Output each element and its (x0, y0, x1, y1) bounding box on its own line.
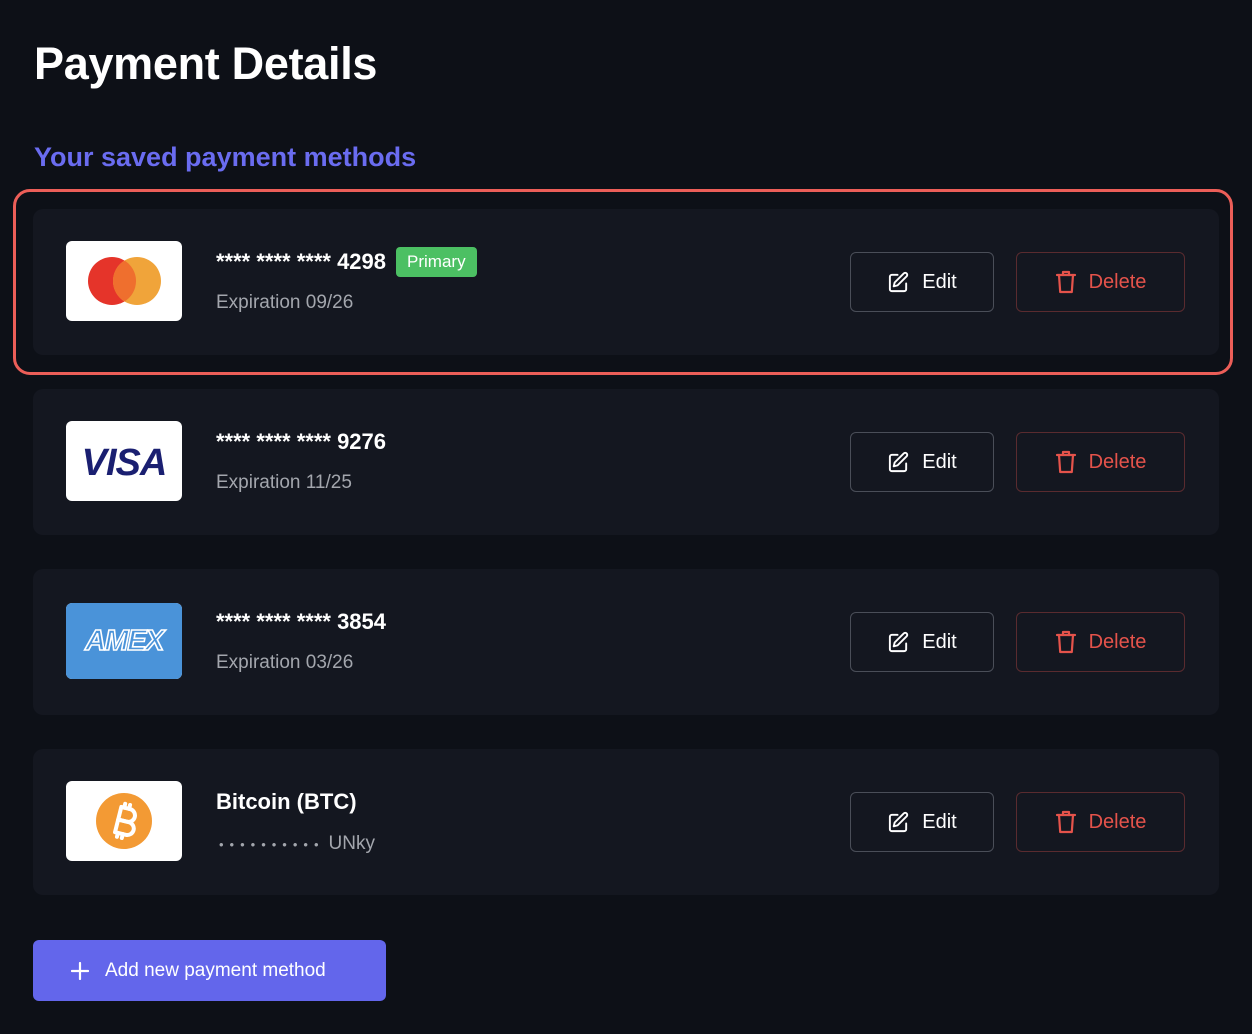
trash-icon (1055, 450, 1077, 474)
payment-method-card-mastercard[interactable]: **** **** **** 4298 Primary Expiration 0… (13, 189, 1233, 375)
delete-button[interactable]: Delete (1016, 792, 1185, 852)
edit-label: Edit (922, 630, 957, 653)
card-number: **** **** **** 3854 (216, 609, 387, 634)
delete-label: Delete (1088, 450, 1147, 473)
trash-icon (1055, 630, 1077, 654)
delete-button[interactable]: Delete (1016, 432, 1185, 492)
section-title: Your saved payment methods (34, 142, 417, 172)
edit-label: Edit (922, 450, 957, 473)
pencil-square-icon (887, 631, 910, 654)
amex-logo: AMEX (66, 603, 182, 679)
card-expiration: Expiration 03/26 (216, 652, 354, 673)
trash-icon (1055, 270, 1077, 294)
pencil-square-icon (887, 811, 910, 834)
edit-button[interactable]: Edit (850, 612, 994, 672)
wallet-address-suffix: UNky (328, 833, 375, 854)
payment-method-card-visa[interactable]: VISA **** **** **** 9276 Expiration 11/2… (33, 389, 1219, 535)
wallet-address: •••••••••• UNky (219, 833, 375, 855)
card-expiration: Expiration 11/25 (216, 472, 352, 493)
amex-wordmark: AMEX (84, 625, 166, 657)
plus-icon (71, 961, 89, 980)
card-number: **** **** **** 4298 (216, 249, 387, 274)
wallet-name: Bitcoin (BTC) (216, 789, 357, 814)
mastercard-logo (66, 241, 182, 321)
edit-button[interactable]: Edit (850, 432, 994, 492)
card-number: **** **** **** 9276 (216, 429, 387, 454)
trash-icon (1055, 810, 1077, 834)
edit-button[interactable]: Edit (850, 792, 994, 852)
payment-method-card-amex[interactable]: AMEX **** **** **** 3854 Expiration 03/2… (33, 569, 1219, 715)
delete-label: Delete (1088, 630, 1147, 653)
add-payment-method-button[interactable]: Add new payment method (33, 940, 386, 1001)
bitcoin-logo (66, 781, 182, 861)
pencil-square-icon (887, 271, 910, 294)
edit-button[interactable]: Edit (850, 252, 994, 312)
card-expiration: Expiration 09/26 (216, 292, 354, 313)
edit-label: Edit (922, 270, 957, 293)
payment-method-card-bitcoin[interactable]: Bitcoin (BTC) •••••••••• UNky Edit Delet… (33, 749, 1219, 895)
wallet-address-mask: •••••••••• (219, 836, 325, 852)
payment-details-page: Payment Details Your saved payment metho… (0, 0, 1252, 1034)
visa-wordmark: VISA (82, 442, 167, 484)
delete-label: Delete (1088, 270, 1147, 293)
card-number-line: **** **** **** 4298 Primary (216, 247, 477, 277)
wallet-name-line: Bitcoin (BTC) (216, 787, 357, 817)
card-number-line: **** **** **** 3854 (216, 607, 386, 637)
visa-logo: VISA (66, 421, 182, 501)
edit-label: Edit (922, 810, 957, 833)
pencil-square-icon (887, 451, 910, 474)
page-title: Payment Details (34, 38, 378, 89)
delete-button[interactable]: Delete (1016, 252, 1185, 312)
primary-badge: Primary (396, 247, 477, 277)
delete-button[interactable]: Delete (1016, 612, 1185, 672)
delete-label: Delete (1088, 810, 1147, 833)
card-number-line: **** **** **** 9276 (216, 427, 386, 457)
add-payment-method-label: Add new payment method (105, 959, 326, 981)
